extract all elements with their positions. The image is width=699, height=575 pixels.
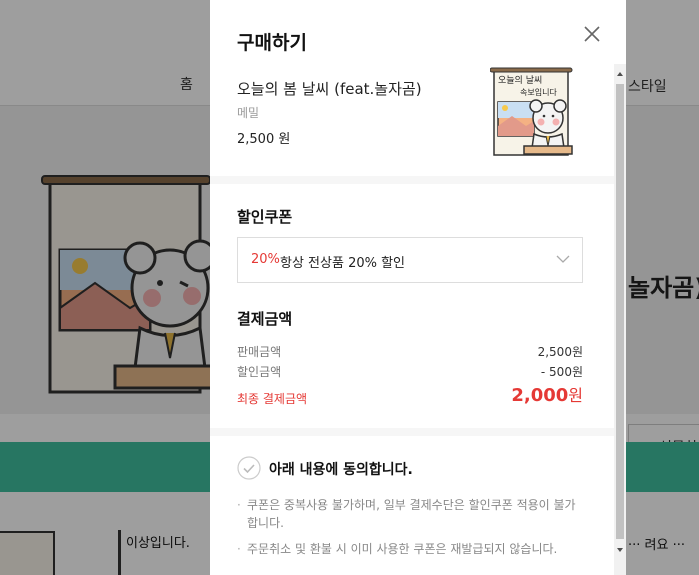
thumb-sign-line1: 오늘의 날씨 bbox=[498, 75, 542, 86]
section-divider bbox=[210, 428, 614, 436]
payment-section: 결제금액 판매금액 2,500원 할인금액 - 500원 최종 결제금액 2,0… bbox=[210, 302, 614, 428]
coupon-select[interactable]: 20% 항상 전상품 20% 할인 bbox=[237, 237, 583, 283]
modal-header: 구매하기 bbox=[210, 0, 626, 64]
product-thumbnail: 오늘의 날씨 속보입니다 bbox=[490, 67, 573, 156]
payment-label: 결제금액 bbox=[237, 310, 293, 328]
scroll-up-icon[interactable] bbox=[614, 68, 626, 80]
coupon-label: 할인쿠폰 bbox=[237, 208, 293, 226]
product-info: 오늘의 봄 날씨 (feat.놀자곰) 메밀 2,500 원 오늘의 날씨 속보… bbox=[210, 64, 614, 176]
agree-note: 쿠폰은 중복사용 불가하며, 일부 결제수단은 할인쿠폰 적용이 불가합니다. bbox=[237, 496, 577, 532]
coupon-selected-text: 항상 전상품 20% 할인 bbox=[280, 256, 406, 271]
payment-row-discount: 할인금액 - 500원 bbox=[237, 363, 583, 381]
final-amount-number: 2,000 bbox=[511, 385, 569, 406]
final-amount-label: 최종 결제금액 bbox=[237, 392, 308, 406]
product-author: 메밀 bbox=[237, 106, 260, 120]
payment-row-sale: 판매금액 2,500원 bbox=[237, 343, 583, 361]
coupon-section: 할인쿠폰 20% 항상 전상품 20% 할인 bbox=[210, 184, 614, 302]
agree-note: 주문취소 및 환불 시 이미 사용한 쿠폰은 재발급되지 않습니다. bbox=[237, 540, 577, 558]
final-amount-unit: 원 bbox=[568, 386, 583, 405]
final-amount-value: 2,000원 bbox=[511, 382, 583, 406]
thumb-sign-line2: 속보입니다 bbox=[520, 87, 557, 97]
payment-row-value: 2,500원 bbox=[537, 345, 583, 359]
coupon-percent: 20% bbox=[251, 252, 280, 267]
scroll-down-icon[interactable] bbox=[614, 544, 626, 556]
close-icon[interactable] bbox=[580, 22, 604, 46]
check-circle-icon bbox=[237, 456, 261, 480]
payment-row-label: 판매금액 bbox=[237, 345, 282, 359]
scrollbar-thumb[interactable] bbox=[616, 84, 624, 539]
modal-scroll-area[interactable]: 오늘의 봄 날씨 (feat.놀자곰) 메밀 2,500 원 오늘의 날씨 속보… bbox=[210, 64, 614, 575]
purchase-modal: 구매하기 오늘의 봄 날씨 (feat.놀자곰) 메밀 2,500 원 오늘의 … bbox=[210, 0, 626, 575]
product-price: 2,500 원 bbox=[237, 132, 291, 147]
payment-row-label: 할인금액 bbox=[237, 365, 282, 379]
payment-row-value: - 500원 bbox=[540, 365, 583, 379]
section-divider bbox=[210, 176, 614, 184]
modal-title: 구매하기 bbox=[237, 32, 307, 54]
agree-section: 아래 내용에 동의합니다. 쿠폰은 중복사용 불가하며, 일부 결제수단은 할인… bbox=[210, 436, 614, 575]
product-name: 오늘의 봄 날씨 (feat.놀자곰) bbox=[237, 80, 422, 98]
chevron-down-icon bbox=[556, 255, 570, 263]
modal-scrollbar[interactable] bbox=[614, 64, 626, 575]
agree-label: 아래 내용에 동의합니다. bbox=[269, 462, 413, 478]
